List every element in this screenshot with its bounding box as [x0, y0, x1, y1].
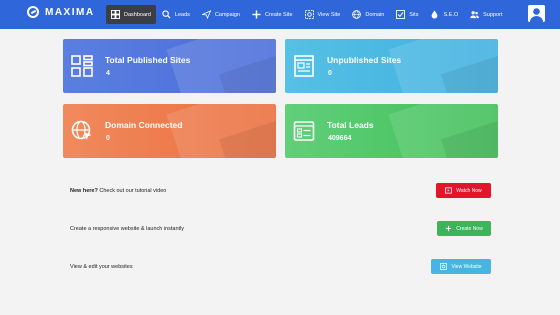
view-prompt: View & edit your websites: [70, 264, 133, 270]
nav-label-view-site: View Site: [317, 11, 341, 18]
nav-item-campaign[interactable]: Campaign: [196, 5, 246, 24]
grid-icon: [71, 55, 93, 77]
view-website-label: View Website: [451, 263, 482, 270]
nav-item-create-site[interactable]: Create Site: [246, 5, 299, 24]
view-website-button[interactable]: View Website: [431, 259, 491, 274]
nav-label-leads: Leads: [174, 11, 190, 18]
user-avatar[interactable]: [528, 5, 545, 22]
plus-icon: [445, 225, 452, 232]
card-title: Total Published Sites: [105, 55, 191, 65]
tutorial-prompt-bold: New here?: [70, 188, 98, 194]
nav-item-dashboard[interactable]: Dashboard: [106, 5, 156, 24]
card-value: 0: [328, 70, 332, 77]
nav-label-dashboard: Dashboard: [124, 11, 151, 18]
video-icon: [445, 187, 453, 194]
nav-label-support: Support: [483, 11, 503, 18]
form-icon: [293, 120, 315, 142]
send-icon: [201, 10, 211, 19]
card-value: 0: [106, 135, 110, 142]
view-site-icon: [440, 263, 448, 270]
card-domain-connected[interactable]: Domain Connected 0: [63, 104, 276, 158]
user-icon: [528, 5, 545, 22]
view-site-icon: [304, 10, 314, 19]
nav-label-domain: Domain: [365, 11, 385, 18]
tutorial-prompt-text: Check out our tutorial video: [97, 188, 167, 194]
watch-now-button[interactable]: Watch Now: [436, 183, 491, 198]
dashboard-icon: [111, 10, 120, 19]
card-value: 4: [106, 70, 110, 77]
create-now-button[interactable]: Create Now: [437, 221, 491, 236]
nav-label-campaign: Campaign: [214, 11, 240, 18]
brand-name: MAXIMA: [45, 6, 95, 18]
nav-label-seo: S.E.O: [443, 11, 459, 18]
card-unpublished-sites[interactable]: Unpublished Sites 0: [285, 39, 498, 93]
plus-icon: [252, 10, 261, 19]
globe-icon: [352, 10, 362, 19]
main-nav: Dashboard Leads Campaign Create Site Vie…: [106, 5, 508, 24]
drop-icon: [430, 10, 439, 19]
tutorial-prompt: New here? Check out our tutorial video: [70, 188, 166, 194]
nav-item-leads[interactable]: Leads: [156, 5, 196, 24]
top-navbar: MAXIMA Dashboard Leads Campaign Create S…: [0, 0, 560, 29]
nav-item-sits[interactable]: Sits: [390, 5, 424, 24]
card-total-published-sites[interactable]: Total Published Sites 4: [63, 39, 276, 93]
nav-item-seo[interactable]: S.E.O: [424, 5, 464, 24]
create-now-label: Create Now: [456, 225, 483, 232]
watch-now-label: Watch Now: [456, 187, 482, 194]
brand-logo[interactable]: MAXIMA: [27, 6, 95, 18]
card-value: 409664: [328, 135, 352, 142]
logo-icon: [27, 6, 39, 18]
nav-item-view-site[interactable]: View Site: [299, 5, 347, 24]
checkbox-icon: [396, 10, 406, 19]
search-icon: [162, 10, 171, 19]
create-prompt: Create a responsive website & launch ins…: [70, 226, 185, 232]
card-total-leads[interactable]: Total Leads 409664: [285, 104, 498, 158]
nav-label-sits: Sits: [409, 11, 419, 18]
users-icon: [470, 10, 479, 19]
document-icon: [293, 55, 315, 77]
card-title: Unpublished Sites: [327, 55, 402, 65]
globe-cursor-icon: [71, 120, 93, 142]
card-title: Total Leads: [327, 120, 374, 130]
nav-label-create-site: Create Site: [265, 11, 293, 18]
nav-item-domain[interactable]: Domain: [346, 5, 390, 24]
nav-item-support[interactable]: Support: [464, 5, 508, 24]
card-title: Domain Connected: [105, 120, 183, 130]
